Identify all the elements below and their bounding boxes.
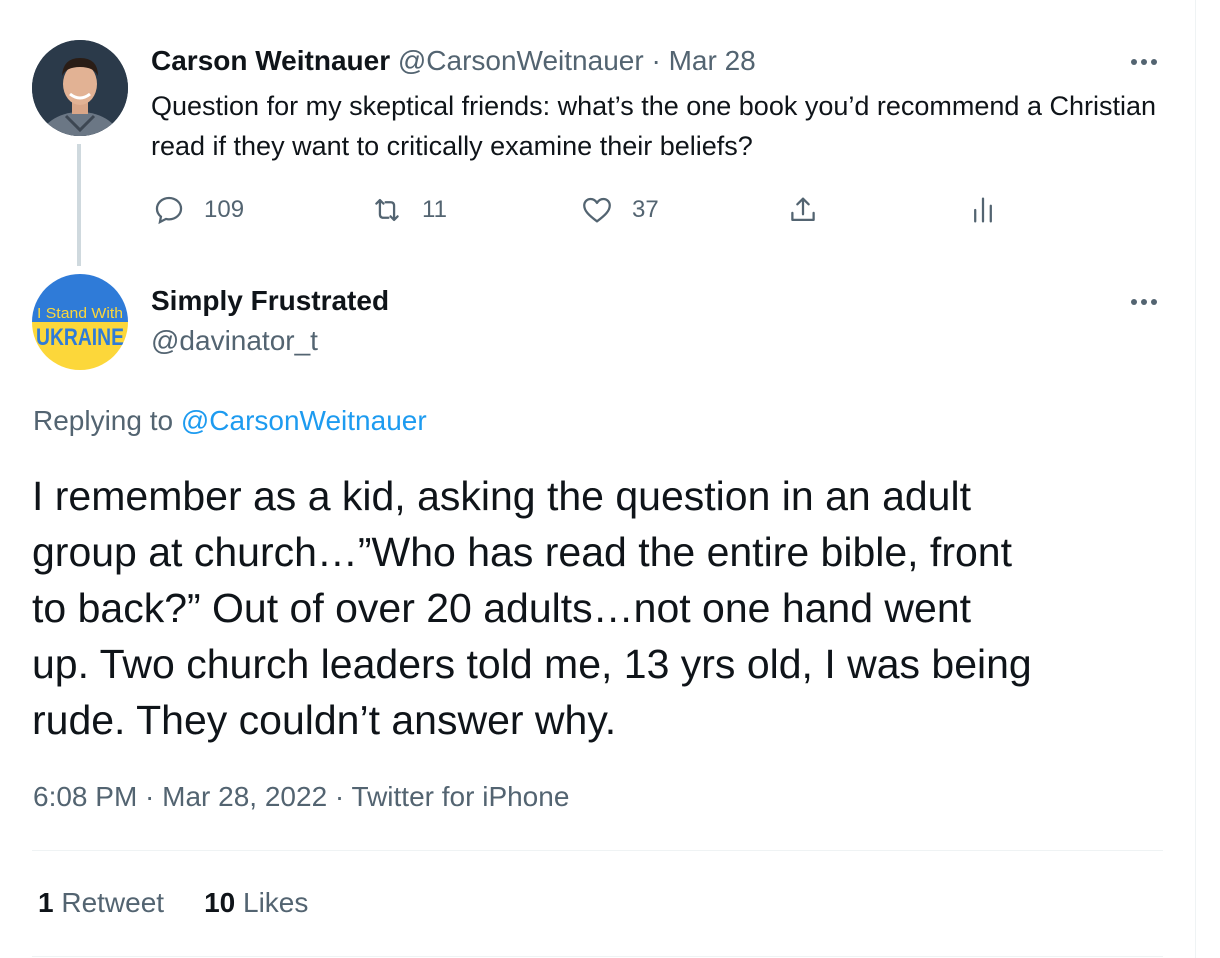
- parent-date[interactable]: Mar 28: [669, 45, 756, 76]
- likes-stat[interactable]: 10 Likes: [204, 886, 308, 920]
- likes-label: Likes: [243, 887, 309, 918]
- profile-photo: [32, 40, 128, 136]
- parent-tweet-text: Question for my skeptical friends: what’…: [151, 91, 1156, 161]
- replying-prefix: Replying to: [33, 405, 174, 436]
- likes-count: 10: [204, 887, 236, 918]
- retweet-count: 11: [422, 196, 447, 223]
- avatar[interactable]: [32, 40, 128, 136]
- like-count: 37: [632, 196, 659, 223]
- reply-handle[interactable]: @davinator_t: [151, 324, 318, 358]
- reply-display-name[interactable]: Simply Frustrated: [151, 284, 389, 318]
- share-button[interactable]: [786, 192, 820, 228]
- divider: [32, 956, 1163, 957]
- meta-separator: ·: [651, 45, 661, 76]
- more-icon[interactable]: [1126, 50, 1162, 74]
- retweets-label: Retweet: [61, 887, 165, 918]
- analytics-button[interactable]: [966, 192, 1000, 228]
- divider: [32, 850, 1163, 851]
- retweets-count: 1: [38, 887, 54, 918]
- tweet-stats: 1 Retweet 10 Likes: [38, 886, 308, 920]
- like-icon: [583, 197, 611, 223]
- parent-display-name[interactable]: Carson Weitnauer: [151, 45, 390, 76]
- parent-tweet-header: Carson Weitnauer @CarsonWeitnauer · Mar …: [151, 44, 756, 78]
- analytics-icon: [974, 197, 992, 223]
- replying-to: Replying to @CarsonWeitnauer: [33, 404, 427, 438]
- parent-handle[interactable]: @CarsonWeitnauer: [398, 45, 644, 76]
- retweet-button[interactable]: 11: [370, 192, 447, 228]
- like-button[interactable]: 37: [580, 192, 659, 228]
- avatar-text-bottom: UKRAINE: [36, 324, 124, 351]
- share-icon: [791, 197, 815, 222]
- reply-avatar[interactable]: I Stand With UKRAINE: [32, 274, 128, 370]
- retweet-icon: [375, 198, 399, 222]
- reply-count: 109: [204, 196, 245, 223]
- thread-line: [77, 144, 81, 266]
- retweets-stat[interactable]: 1 Retweet: [38, 886, 164, 920]
- more-icon[interactable]: [1126, 290, 1162, 314]
- avatar-text-top: I Stand With: [37, 305, 123, 322]
- column-border: [1195, 0, 1196, 958]
- reply-icon: [155, 196, 183, 225]
- reply-tweet-text: I remember as a kid, asking the question…: [32, 473, 1032, 743]
- tweet-timestamp[interactable]: 6:08 PM · Mar 28, 2022 · Twitter for iPh…: [33, 780, 569, 814]
- replying-mention-link[interactable]: @CarsonWeitnauer: [181, 405, 427, 436]
- ukraine-avatar-image: I Stand With UKRAINE: [32, 274, 128, 370]
- reply-button[interactable]: 109: [152, 192, 244, 228]
